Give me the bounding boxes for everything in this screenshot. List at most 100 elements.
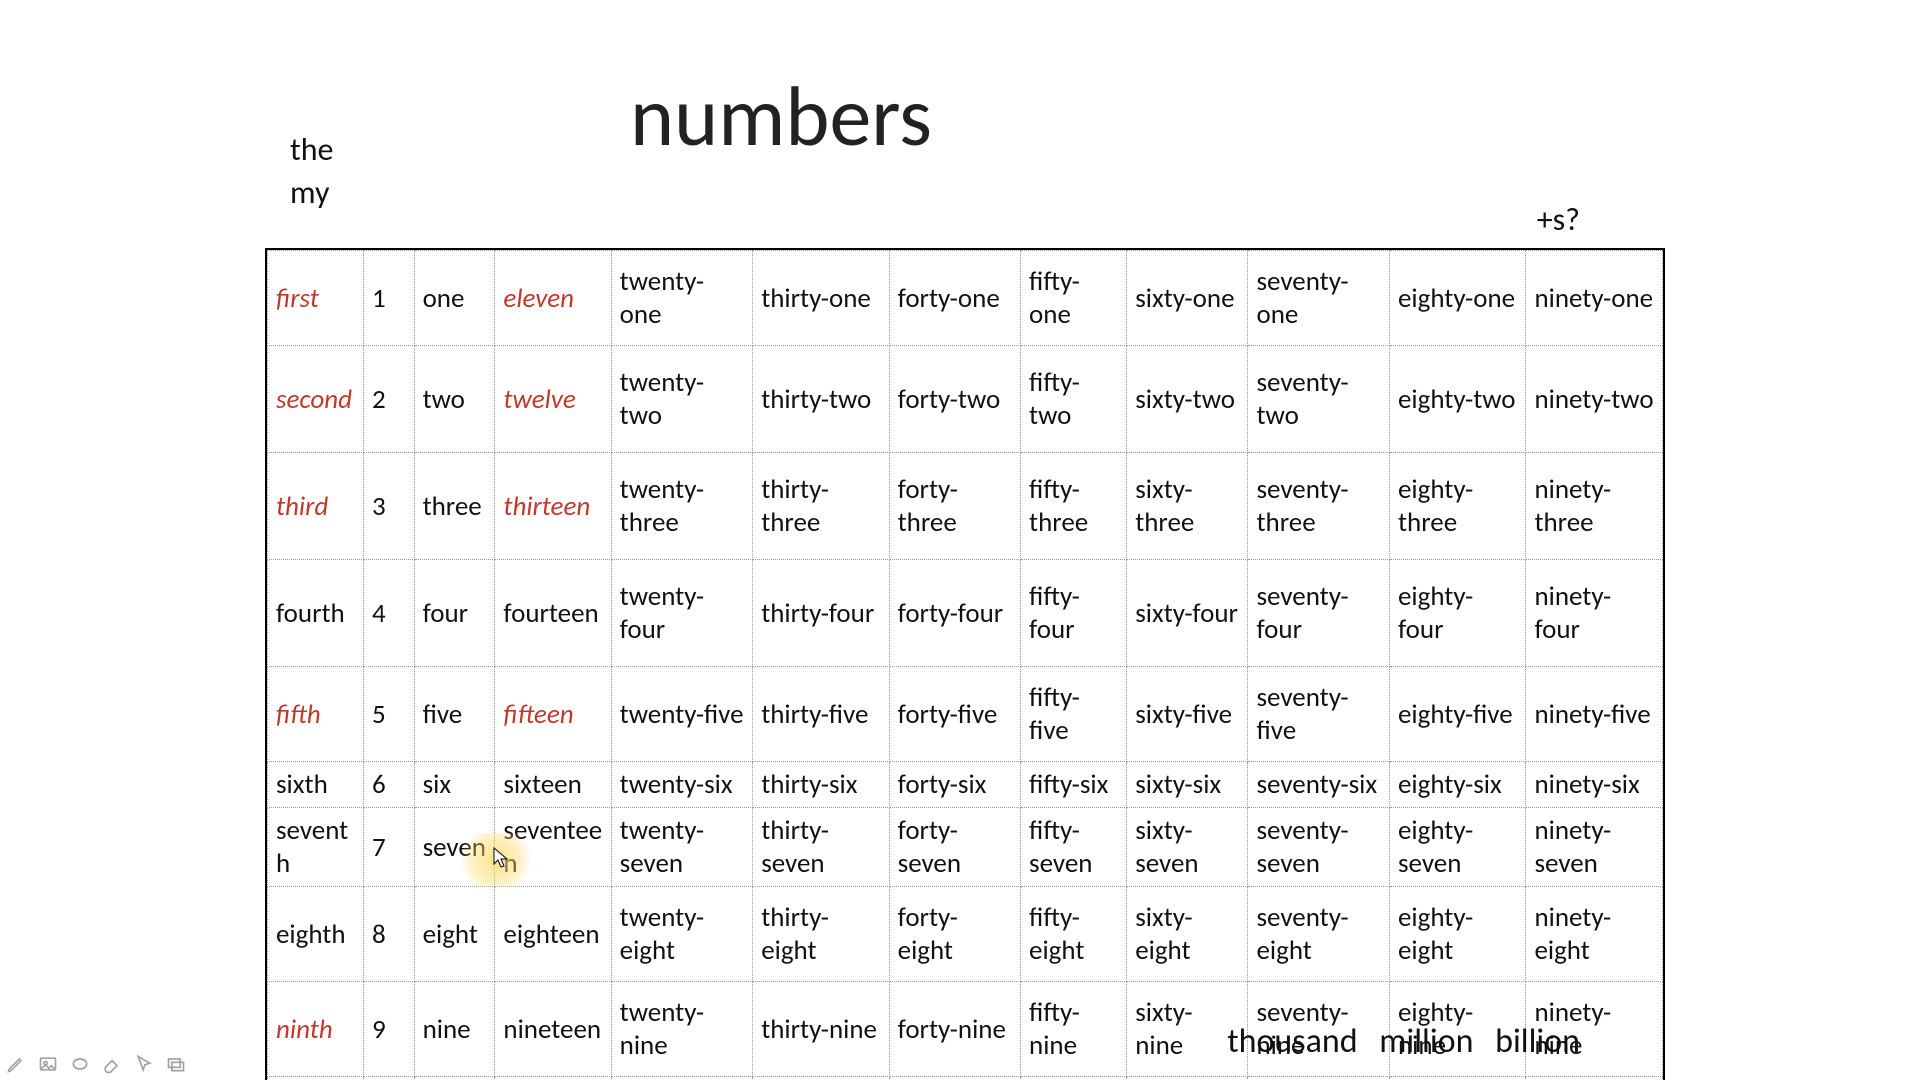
table-cell: forty-six (889, 762, 1020, 808)
table-cell: forty-one (889, 251, 1020, 346)
table-cell: ninth (268, 982, 364, 1077)
table-cell: eighth (268, 887, 364, 982)
table-row: fourth4fourfourteentwenty-fourthirty-fou… (268, 560, 1663, 667)
table-cell: fifty-two (1021, 346, 1127, 453)
table-cell: sixty (1021, 1077, 1127, 1080)
table-cell: eighty-one (1390, 251, 1526, 346)
table-row: fifth5fivefifteentwenty-fivethirty-fivef… (268, 667, 1663, 762)
table-cell: two (414, 346, 495, 453)
table-cell: 2 (364, 346, 415, 453)
pen-icon[interactable] (6, 1054, 26, 1074)
table-cell: sixth (268, 762, 364, 808)
large-number-words: thousand million billion (1227, 1021, 1580, 1062)
table-cell: forty-five (889, 667, 1020, 762)
table-cell: eighty-four (1390, 560, 1526, 667)
table-cell: fifty-three (1021, 453, 1127, 560)
table-cell: eighty-two (1390, 346, 1526, 453)
table-row: second2twotwelvetwenty-twothirty-twofort… (268, 346, 1663, 453)
pointer-icon[interactable] (134, 1054, 154, 1074)
table-cell: eighty-five (1390, 667, 1526, 762)
table-cell: sixteen (495, 762, 611, 808)
table-cell: forty-eight (889, 887, 1020, 982)
page-title: numbers (630, 65, 932, 168)
table-cell: ninety-one (1526, 251, 1663, 346)
image-icon[interactable] (38, 1054, 58, 1074)
table-cell: eleven (495, 251, 611, 346)
table-cell: seventy-five (1248, 667, 1390, 762)
table-row: third3threethirteentwenty-threethirty-th… (268, 453, 1663, 560)
table-cell: forty-three (889, 453, 1020, 560)
table-cell: twenty (495, 1077, 611, 1080)
table-cell: fifty-eight (1021, 887, 1127, 982)
table-cell: ten (414, 1077, 495, 1080)
table-cell: seventy-two (1248, 346, 1390, 453)
table-cell: thirty-four (753, 560, 889, 667)
table-cell: twenty-eight (611, 887, 753, 982)
table-cell: thirty-nine (753, 982, 889, 1077)
table-cell: seventy-six (1248, 762, 1390, 808)
table-cell: twenty-three (611, 453, 753, 560)
table-cell: forty-nine (889, 982, 1020, 1077)
table-cell: ninety-four (1526, 560, 1663, 667)
table-cell: fifty-six (1021, 762, 1127, 808)
table-cell: eighty-three (1390, 453, 1526, 560)
table-cell: seventy (1127, 1077, 1248, 1080)
table-cell: sixty-five (1127, 667, 1248, 762)
numbers-table-container: first1oneeleventwenty-onethirty-oneforty… (265, 248, 1665, 1080)
table-cell: sixty-seven (1127, 808, 1248, 887)
eraser-icon[interactable] (102, 1054, 122, 1074)
table-cell: ninety-six (1526, 762, 1663, 808)
article-words: the my (290, 128, 333, 214)
table-row: sixth6sixsixteentwenty-sixthirty-sixfort… (268, 762, 1663, 808)
slides-icon[interactable] (166, 1054, 186, 1074)
table-cell: three (414, 453, 495, 560)
table-cell: 7 (364, 808, 415, 887)
table-cell: seventy-four (1248, 560, 1390, 667)
table-cell: twenty-seven (611, 808, 753, 887)
table-cell: thirty-six (753, 762, 889, 808)
table-cell: thirty-five (753, 667, 889, 762)
table-cell: twenty-four (611, 560, 753, 667)
table-cell: seventy-one (1248, 251, 1390, 346)
table-cell: hundred (1526, 1077, 1663, 1080)
table-cell: sixty-two (1127, 346, 1248, 453)
presentation-toolbar (6, 1054, 186, 1074)
table-cell: seven (414, 808, 495, 887)
table-cell: thirty-three (753, 453, 889, 560)
table-cell: thirty-one (753, 251, 889, 346)
table-row: tenth10tentwentythirtyfortyfiftysixtysev… (268, 1077, 1663, 1080)
table-cell: fifty-nine (1021, 982, 1127, 1077)
table-cell: twenty-six (611, 762, 753, 808)
shape-icon[interactable] (70, 1054, 90, 1074)
table-cell: ninety-three (1526, 453, 1663, 560)
article-word: the (290, 128, 333, 171)
table-cell: nineteen (495, 982, 611, 1077)
table-cell: sixty-four (1127, 560, 1248, 667)
table-cell: ninety-eight (1526, 887, 1663, 982)
article-word: my (290, 171, 333, 214)
table-cell: sixty-six (1127, 762, 1248, 808)
table-cell: twenty-nine (611, 982, 753, 1077)
table-cell: thirty-two (753, 346, 889, 453)
table-cell: seventeen (495, 808, 611, 887)
table-cell: fifty-seven (1021, 808, 1127, 887)
table-cell: eighty-eight (1390, 887, 1526, 982)
table-cell: ninety-five (1526, 667, 1663, 762)
table-cell: twenty-two (611, 346, 753, 453)
table-cell: 8 (364, 887, 415, 982)
table-cell: forty (753, 1077, 889, 1080)
table-cell: five (414, 667, 495, 762)
table-cell: fourteen (495, 560, 611, 667)
table-cell: third (268, 453, 364, 560)
table-cell: ninety-seven (1526, 808, 1663, 887)
table-cell: 10 (364, 1077, 415, 1080)
table-cell: twelve (495, 346, 611, 453)
table-cell: seventy-three (1248, 453, 1390, 560)
table-cell: sixty-eight (1127, 887, 1248, 982)
table-cell: forty-two (889, 346, 1020, 453)
table-cell: eighty-seven (1390, 808, 1526, 887)
table-cell: 9 (364, 982, 415, 1077)
table-cell: thirteen (495, 453, 611, 560)
table-cell: 3 (364, 453, 415, 560)
plural-question-label: +s? (1537, 200, 1580, 239)
